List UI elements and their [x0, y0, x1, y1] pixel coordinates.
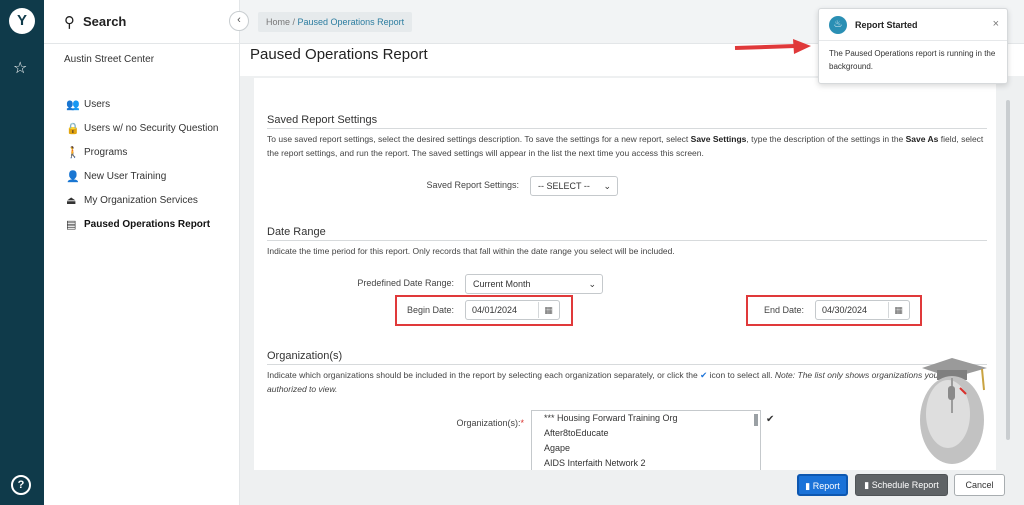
toast-header: ♨ Report Started ×: [819, 9, 1007, 41]
eject-icon: ⏏: [66, 194, 77, 207]
end-date-label: End Date:: [763, 305, 804, 315]
organizations-description: Indicate which organizations should be i…: [267, 368, 987, 396]
search-icon: ⚲: [64, 13, 75, 31]
report-button[interactable]: ▮ Report: [797, 474, 848, 496]
help-icon[interactable]: ?: [11, 475, 31, 495]
report-started-toast: ♨ Report Started × The Paused Operations…: [818, 8, 1008, 84]
desc-text: icon to select all.: [707, 370, 775, 380]
content-scrollbar[interactable]: [1006, 100, 1010, 440]
person-icon: 👤: [66, 170, 80, 183]
organizations-heading: Organization(s): [267, 350, 343, 362]
app-window: Y ☆ ? ⚲ Search Austin Street Center 👥 Us…: [0, 0, 1024, 505]
sidebar-item-paused-operations-report[interactable]: ▤ Paused Operations Report: [66, 212, 239, 236]
list-item[interactable]: AIDS Interfaith Network 2: [532, 456, 760, 470]
listbox-scrollbar[interactable]: [754, 414, 758, 426]
annotation-arrow-icon: [734, 39, 811, 54]
label-text: Organization(s):: [456, 418, 521, 428]
document-icon: ▮: [805, 481, 811, 491]
date-value: 04/01/2024: [472, 305, 518, 315]
date-range-heading: Date Range: [267, 226, 326, 238]
list-item[interactable]: After8toEducate: [532, 426, 760, 441]
saved-settings-description: To use saved report settings, select the…: [267, 132, 987, 160]
search-label: Search: [83, 14, 127, 29]
person-walking-icon: 🚶: [66, 146, 80, 159]
sidebar-item-label: Users w/ no Security Question: [84, 122, 219, 134]
document-icon: ▮: [864, 480, 870, 490]
begin-date-input[interactable]: 04/01/2024 ▦: [465, 300, 560, 320]
app-logo-icon[interactable]: Y: [9, 8, 35, 34]
desc-bold: Save Settings: [690, 134, 747, 144]
calendar-icon[interactable]: ▦: [538, 302, 558, 318]
predefined-date-range-select[interactable]: Current Month ⌄: [465, 274, 603, 294]
report-icon: ▤: [66, 218, 77, 231]
sidebar-item-label: New User Training: [84, 170, 167, 182]
toast-title: Report Started: [855, 19, 918, 30]
breadcrumb-separator: /: [290, 17, 298, 27]
chevron-down-icon: ⌄: [603, 181, 611, 191]
sidebar-menu: 👥 Users 🔒 Users w/ no Security Question …: [44, 80, 239, 236]
saved-settings-label: Saved Report Settings:: [426, 180, 519, 190]
sidebar-item-label: Users: [84, 98, 111, 110]
favorites-star-icon[interactable]: ☆: [13, 58, 27, 78]
page-title: Paused Operations Report: [250, 46, 428, 63]
list-item[interactable]: *** Housing Forward Training Org: [532, 411, 760, 426]
saved-settings-select[interactable]: -- SELECT -- ⌄: [530, 176, 618, 196]
collapse-sidebar-button[interactable]: ‹: [229, 11, 249, 31]
button-label: Schedule Report: [871, 480, 939, 490]
cancel-button[interactable]: Cancel: [954, 474, 1005, 496]
calendar-icon[interactable]: ▦: [888, 302, 908, 318]
date-range-description: Indicate the time period for this report…: [267, 246, 675, 256]
close-icon[interactable]: ×: [993, 18, 999, 30]
date-value: 04/30/2024: [822, 305, 868, 315]
button-label: Report: [812, 481, 840, 491]
sidebar-item-users-no-security-question[interactable]: 🔒 Users w/ no Security Question: [66, 116, 239, 140]
breadcrumb-home[interactable]: Home: [266, 17, 290, 27]
sidebar-search[interactable]: ⚲ Search: [44, 0, 239, 44]
desc-text: , type the description of the settings i…: [746, 134, 906, 144]
required-mark: *: [520, 418, 524, 428]
chevron-down-icon: ⌄: [588, 279, 596, 289]
users-icon: 👥: [66, 98, 80, 111]
sidebar-item-label: My Organization Services: [84, 194, 198, 206]
begin-date-label: Begin Date:: [406, 305, 454, 315]
report-form: Saved Report Settings To use saved repor…: [254, 78, 996, 470]
breadcrumb-current: Paused Operations Report: [297, 17, 405, 27]
nav-rail: Y ☆ ?: [0, 0, 44, 505]
bell-icon: ♨: [829, 15, 847, 34]
lock-icon: 🔒: [66, 122, 80, 135]
sidebar-item-programs[interactable]: 🚶 Programs: [66, 140, 239, 164]
sidebar-item-users[interactable]: 👥 Users: [66, 92, 239, 116]
sidebar-item-new-user-training[interactable]: 👤 New User Training: [66, 164, 239, 188]
schedule-report-button[interactable]: ▮ Schedule Report: [855, 474, 948, 496]
sidebar: ⚲ Search Austin Street Center 👥 Users 🔒 …: [44, 0, 240, 505]
sidebar-item-label: Paused Operations Report: [84, 218, 211, 230]
list-item[interactable]: Agape: [532, 441, 760, 456]
sidebar-item-my-organization-services[interactable]: ⏏ My Organization Services: [66, 188, 239, 212]
chevron-left-icon: ‹: [237, 14, 241, 26]
desc-bold: Save As: [905, 134, 939, 144]
organizations-label: Organization(s):*: [434, 418, 524, 428]
saved-settings-heading: Saved Report Settings: [267, 114, 378, 126]
divider: [267, 128, 987, 129]
mouse-graduation-cap-icon: [920, 358, 987, 464]
sidebar-item-label: Programs: [84, 146, 128, 158]
agency-name: Austin Street Center: [64, 54, 155, 65]
select-value: -- SELECT --: [538, 181, 590, 191]
select-all-check-icon[interactable]: ✔: [766, 414, 774, 425]
divider: [267, 364, 987, 365]
breadcrumb: Home / Paused Operations Report: [258, 12, 413, 32]
toast-message: The Paused Operations report is running …: [829, 49, 996, 71]
organizations-listbox[interactable]: *** Housing Forward Training Org After8t…: [531, 410, 761, 470]
desc-text: Indicate which organizations should be i…: [267, 370, 701, 380]
desc-text: To use saved report settings, select the…: [267, 134, 691, 144]
predefined-date-range-label: Predefined Date Range:: [357, 278, 454, 288]
divider: [267, 240, 987, 241]
select-value: Current Month: [473, 279, 531, 289]
end-date-input[interactable]: 04/30/2024 ▦: [815, 300, 910, 320]
